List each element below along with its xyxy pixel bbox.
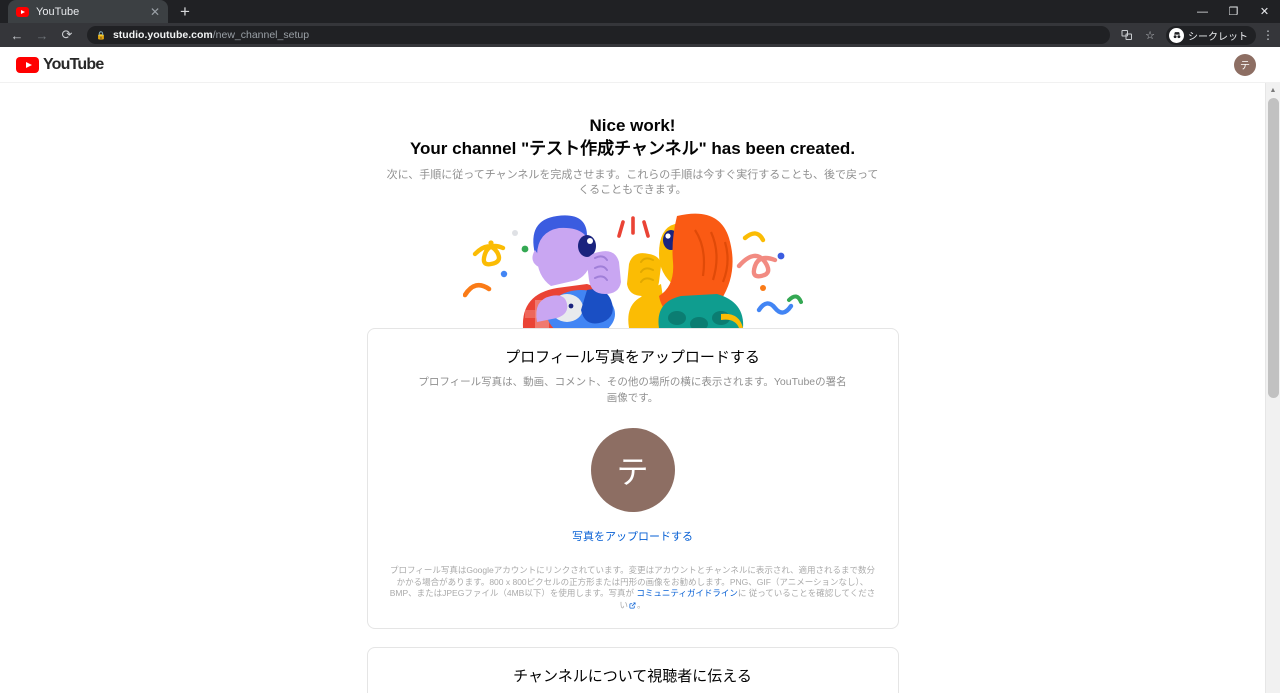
reload-icon[interactable]: ⟳ [56, 25, 78, 45]
browser-tab-youtube[interactable]: YouTube ✕ [8, 0, 168, 23]
bookmark-star-icon[interactable]: ☆ [1140, 25, 1160, 45]
card-profile-photo: プロフィール写真をアップロードする プロフィール写真は、動画、コメント、その他の… [366, 328, 899, 629]
minimize-button[interactable]: — [1187, 0, 1218, 23]
page-viewport: YouTube テ Nice work! Your channel "テスト作成… [0, 47, 1280, 693]
incognito-icon [1169, 27, 1184, 43]
new-tab-button[interactable]: + [180, 3, 190, 20]
page-content: Nice work! Your channel "テスト作成チャンネル" has… [0, 83, 1265, 693]
youtube-logo[interactable]: YouTube [16, 55, 104, 74]
profile-photo-avatar[interactable]: テ [590, 428, 675, 512]
profile-photo-legal-text: プロフィール写真はGoogleアカウントにリンクされています。変更はアカウントと… [390, 565, 876, 612]
lock-icon: 🔒 [96, 30, 106, 40]
page-scrollbar[interactable]: ▲ [1265, 83, 1280, 693]
back-icon[interactable]: ← [6, 25, 28, 45]
hero-section: Nice work! Your channel "テスト作成チャンネル" has… [0, 83, 1265, 198]
url-host: studio.youtube.com [112, 29, 213, 41]
url-path: /new_channel_setup [212, 29, 310, 41]
scroll-area: Nice work! Your channel "テスト作成チャンネル" has… [0, 83, 1280, 693]
scroll-up-arrow[interactable]: ▲ [1266, 83, 1280, 98]
close-icon[interactable]: ✕ [150, 6, 160, 18]
translate-icon[interactable] [1117, 25, 1137, 45]
external-link-icon[interactable] [629, 601, 636, 613]
hero-description: 次に、手順に従ってチャンネルを完成させます。これらの手順は今すぐ実行することも、… [386, 169, 879, 196]
youtube-favicon [16, 6, 29, 17]
browser-toolbar: ← → ⟳ 🔒 studio.youtube.com/new_channel_s… [0, 23, 1280, 47]
card-channel-description: チャンネルについて視聴者に伝える 視聴者にあなたの動画の内容を教えてください。説… [366, 647, 899, 693]
address-bar[interactable]: 🔒 studio.youtube.com/new_channel_setup [87, 26, 1110, 44]
hero-heading-line2: Your channel "テスト作成チャンネル" has been creat… [409, 139, 856, 158]
window-controls: — ❐ ✕ [1187, 0, 1280, 23]
close-window-button[interactable]: ✕ [1249, 0, 1280, 23]
browser-window: YouTube ✕ + — ❐ ✕ ← → ⟳ 🔒 studio.youtube… [0, 0, 1280, 693]
upload-photo-link[interactable]: 写真をアップロードする [572, 528, 693, 544]
card-title: プロフィール写真をアップロードする [505, 349, 760, 366]
maximize-button[interactable]: ❐ [1218, 0, 1249, 23]
tab-strip: YouTube ✕ + — ❐ ✕ [0, 0, 1280, 23]
community-guidelines-link[interactable]: コミュニティガイドライン [636, 588, 738, 598]
youtube-play-icon [16, 56, 39, 73]
forward-icon[interactable]: → [31, 25, 53, 45]
header-avatar[interactable]: テ [1234, 53, 1256, 76]
incognito-label: シークレット [1188, 31, 1248, 43]
legal-text-end: 。 [637, 599, 646, 610]
youtube-logo-text: YouTube [43, 55, 104, 73]
celebration-fistbump-illustration [462, 213, 803, 328]
card-subtitle: プロフィール写真は、動画、コメント、その他の場所の横に表示されます。YouTub… [418, 376, 847, 404]
tab-title: YouTube [36, 5, 80, 18]
card-title: チャンネルについて視聴者に伝える [513, 668, 752, 685]
scrollbar-thumb[interactable] [1268, 98, 1279, 398]
incognito-badge[interactable]: シークレット [1166, 25, 1256, 45]
youtube-studio-header: YouTube テ [0, 47, 1280, 83]
hero-heading-line1: Nice work! [589, 116, 676, 135]
browser-menu-icon[interactable]: ⋮ [1262, 29, 1274, 41]
url-text: studio.youtube.com/new_channel_setup [113, 29, 309, 41]
